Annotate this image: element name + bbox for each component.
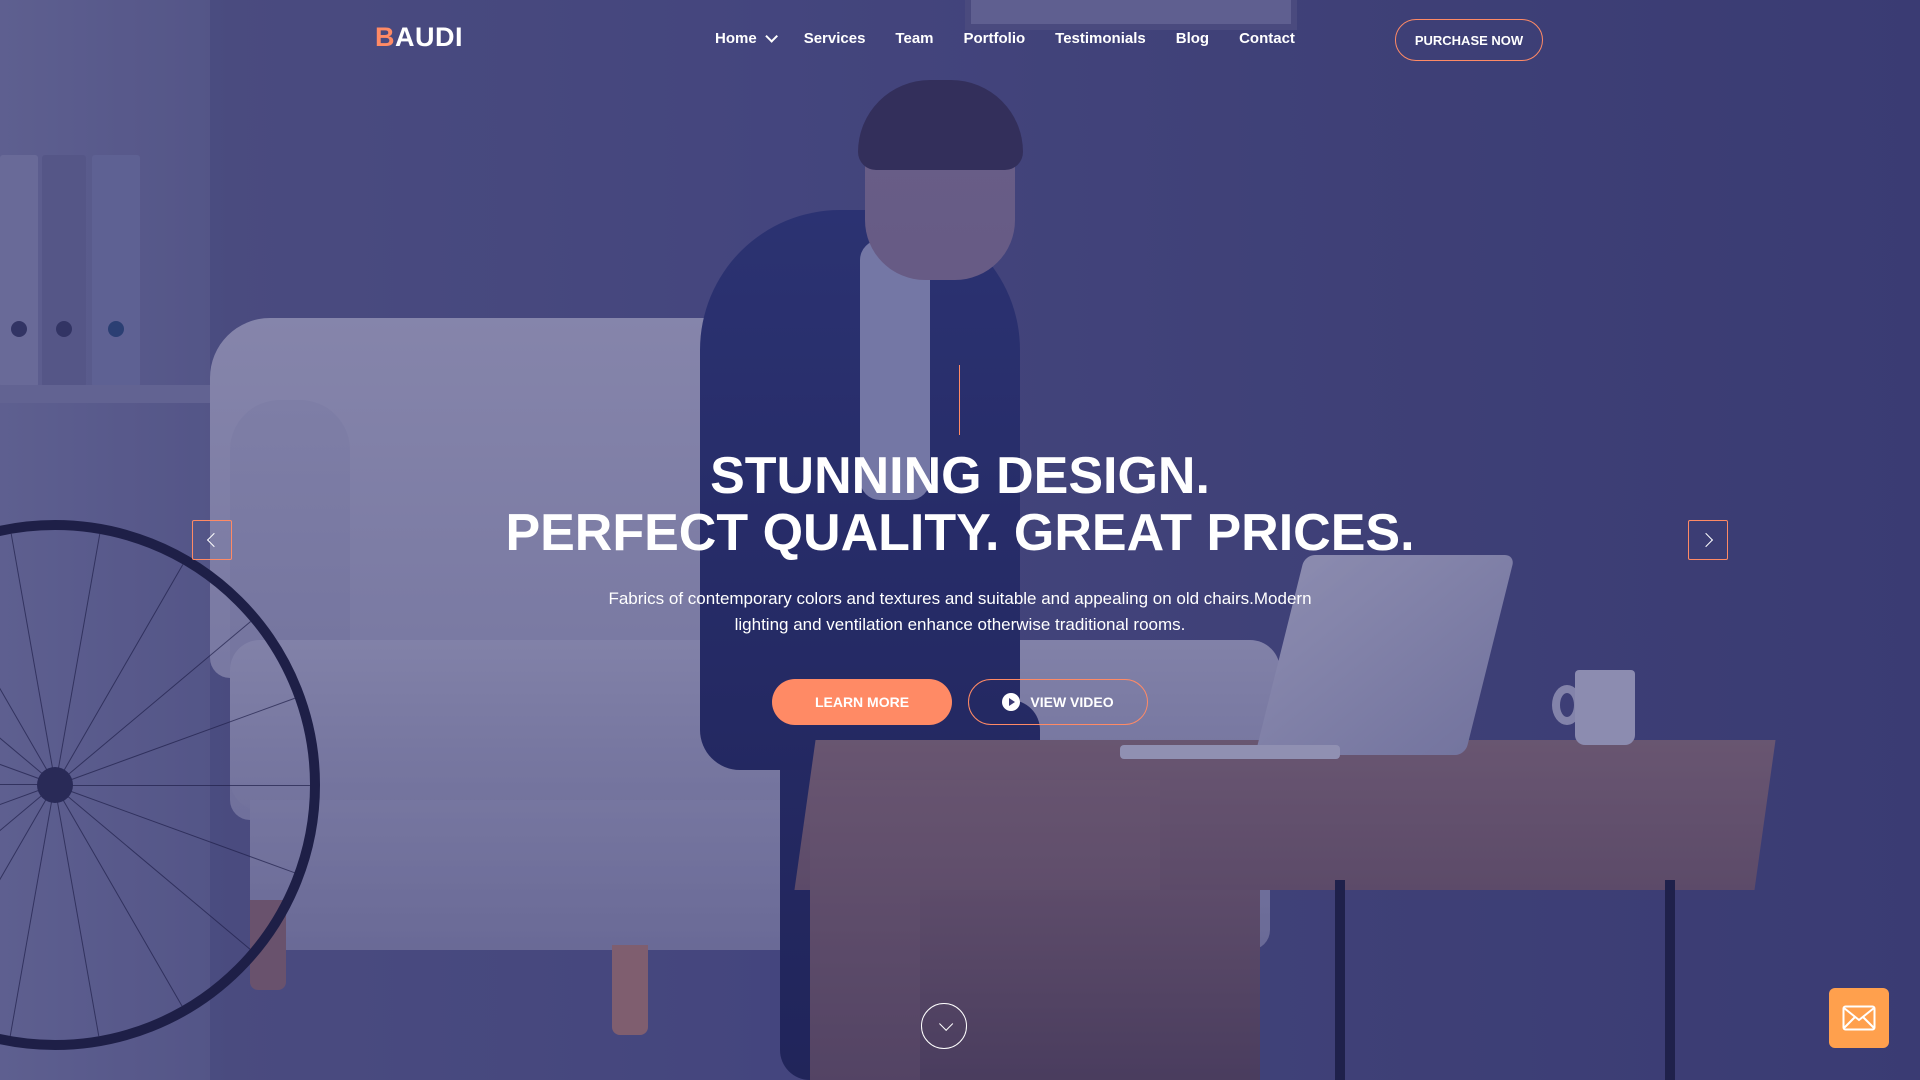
logo-accent-letter: B	[375, 22, 395, 52]
next-slide-button[interactable]	[1688, 520, 1728, 560]
nav-services[interactable]: Services	[804, 30, 866, 47]
play-icon	[1002, 693, 1021, 711]
view-video-button[interactable]: VIEW VIDEO	[968, 679, 1148, 725]
hero-title: STUNNING DESIGN. PERFECT QUALITY. GREAT …	[360, 448, 1560, 562]
hero-description-line-2: lighting and ventilation enhance otherwi…	[734, 615, 1186, 634]
main-nav: Home Services Team Portfolio Testimonial…	[715, 30, 1325, 47]
purchase-now-button[interactable]: PURCHASE NOW	[1395, 19, 1543, 61]
hero-description-line-1: Fabrics of contemporary colors and textu…	[608, 589, 1312, 608]
chevron-left-icon	[206, 532, 222, 548]
view-video-label: VIEW VIDEO	[1030, 694, 1114, 710]
nav-portfolio[interactable]: Portfolio	[964, 30, 1026, 47]
logo-text: AUDI	[395, 22, 463, 52]
learn-more-button[interactable]: LEARN MORE	[772, 679, 952, 725]
nav-blog[interactable]: Blog	[1176, 30, 1209, 47]
hero-title-line-2: PERFECT QUALITY. GREAT PRICES.	[505, 504, 1415, 562]
scroll-down-button[interactable]	[921, 1003, 967, 1049]
hero-accent-line	[959, 365, 960, 435]
nav-home-label: Home	[715, 30, 757, 47]
hero-description: Fabrics of contemporary colors and textu…	[560, 586, 1360, 638]
prev-slide-button[interactable]	[192, 520, 232, 560]
nav-team[interactable]: Team	[895, 30, 933, 47]
contact-mail-button[interactable]	[1829, 988, 1889, 1048]
nav-testimonials[interactable]: Testimonials	[1055, 30, 1146, 47]
hero-title-line-1: STUNNING DESIGN.	[710, 447, 1210, 505]
nav-home[interactable]: Home	[715, 30, 778, 47]
mail-icon	[1842, 1005, 1876, 1031]
chevron-down-icon	[939, 1016, 954, 1031]
logo[interactable]: BAUDI	[375, 22, 463, 53]
nav-contact[interactable]: Contact	[1239, 30, 1295, 47]
site-header: BAUDI Home Services Team Portfolio Testi…	[0, 0, 1920, 80]
chevron-down-icon	[764, 30, 778, 43]
chevron-right-icon	[1698, 532, 1714, 548]
